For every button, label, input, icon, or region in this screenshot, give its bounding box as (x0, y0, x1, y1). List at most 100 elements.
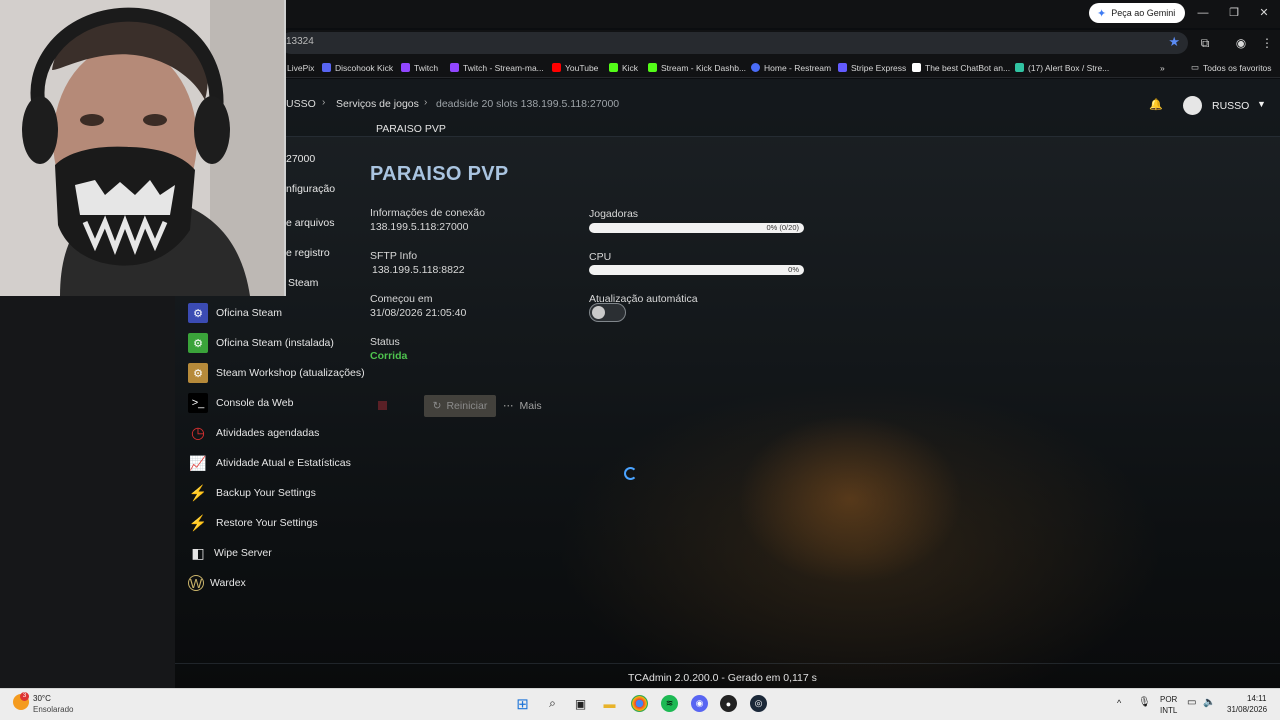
discord-icon[interactable]: ◉ (691, 695, 708, 712)
sidebar-item-web-console[interactable]: >_ Console da Web (188, 392, 293, 414)
bookmark-item[interactable]: Discohook Kick (322, 61, 393, 74)
workshop-icon: ⚙ (188, 303, 208, 323)
refresh-icon: ↻ (432, 400, 442, 412)
sidebar-item-workshop-installed[interactable]: ⚙ Oficina Steam (instalada) (188, 332, 334, 354)
avatar[interactable] (1183, 96, 1202, 115)
restream-icon (751, 63, 760, 72)
task-view-icon[interactable]: ▣ (572, 695, 589, 712)
ask-gemini-button[interactable]: ✦ Peça ao Gemini (1089, 3, 1186, 23)
players-label: Jogadoras (589, 208, 639, 220)
windows-start-icon[interactable]: ⊞ (514, 695, 531, 713)
all-favorites-folder[interactable]: ▭ Todos os favoritos (1191, 61, 1272, 74)
sidebar-item-workshop[interactable]: ⚙ Oficina Steam (188, 302, 282, 324)
profile-icon[interactable]: ◉ (1232, 34, 1250, 52)
folder-icon: ▭ (1191, 62, 1200, 72)
more-button[interactable]: ⋯ Mais (503, 400, 542, 412)
sidebar-item-activity-stats[interactable]: 📈 Atividade Atual e Estatísticas (188, 452, 351, 474)
chevron-up-icon[interactable]: ^ (1117, 698, 1121, 708)
sidebar-item-partial[interactable]: nfiguração (286, 178, 335, 200)
username[interactable]: RUSSO (1212, 100, 1249, 112)
weather-desc: Ensolarado (33, 705, 74, 714)
bookmark-item[interactable]: Home - Restream (751, 61, 831, 74)
bookmark-item[interactable]: Stream - Kick Dashb... (648, 61, 746, 74)
url-text: 13324 (286, 36, 314, 47)
started-value: 31/08/2026 21:05:40 (370, 307, 467, 319)
chart-icon: 📈 (189, 454, 207, 471)
breadcrumb-user[interactable]: USSO (286, 98, 316, 110)
server-title: PARAISO PVP (370, 163, 509, 185)
weather-temp[interactable]: 30°C (33, 694, 51, 703)
steam-icon[interactable]: ◎ (750, 695, 767, 712)
network-icon[interactable]: ▭ (1187, 697, 1196, 708)
streamer-webcam-image (0, 0, 284, 296)
restart-button[interactable]: ↻ Reiniciar (424, 395, 496, 417)
spotify-icon[interactable]: ≋ (661, 695, 678, 712)
bookmark-item[interactable]: Stripe Express (838, 61, 906, 74)
clock-date: 31/08/2026 (1227, 705, 1268, 714)
lightning-icon: ⚡ (188, 485, 208, 502)
clock-time[interactable]: 14:11 (1247, 694, 1266, 703)
workshop-installed-icon: ⚙ (188, 333, 208, 353)
url-field[interactable]: 13324 ★ (280, 32, 1188, 54)
sidebar-item-partial[interactable]: 27000 (286, 148, 315, 170)
sidebar-item-wardex[interactable]: W Wardex (188, 572, 246, 594)
bookmark-item[interactable]: Kick (609, 61, 638, 74)
players-progress-bar: 0% (0/20) (589, 223, 804, 233)
eraser-icon: ◧ (191, 544, 205, 561)
workshop-update-icon: ⚙ (188, 363, 208, 383)
search-icon[interactable]: ⌕ (544, 695, 561, 712)
wardex-icon: W (188, 575, 204, 591)
minimize-button[interactable]: — (1189, 5, 1217, 21)
bookmark-star-icon[interactable]: ★ (1168, 34, 1180, 50)
lightning-icon: ⚡ (188, 515, 208, 532)
status-value: Corrida (370, 350, 408, 362)
bookmark-item[interactable]: Twitch (401, 61, 438, 74)
sidebar-item-workshop-updates[interactable]: ⚙ Steam Workshop (atualizações) (188, 362, 365, 384)
restore-button[interactable]: ❐ (1220, 5, 1248, 21)
cpu-label: CPU (589, 251, 612, 263)
chevron-right-icon: › (424, 97, 428, 108)
browser-menu-icon[interactable]: ⋮ (1258, 34, 1276, 52)
extensions-icon[interactable]: ⧉ (1196, 34, 1214, 52)
kick-icon (648, 63, 657, 72)
bookmark-item[interactable]: LivePix (287, 61, 314, 74)
bookmark-item[interactable]: Twitch - Stream-ma... (450, 61, 544, 74)
twitch-icon (450, 63, 459, 72)
terminal-icon: >_ (188, 393, 208, 413)
sidebar-item-partial[interactable]: e registro (286, 242, 330, 264)
bookmark-item[interactable]: The best ChatBot an... (912, 61, 1010, 74)
connection-value[interactable]: 138.199.5.118:27000 (370, 221, 468, 233)
bookmark-item[interactable]: YouTube (552, 61, 598, 74)
kick-icon (609, 63, 618, 72)
chevron-down-icon[interactable]: ▼ (1257, 99, 1266, 109)
sidebar-item-partial[interactable]: Steam (288, 272, 318, 294)
file-explorer-icon[interactable]: ▬ (601, 695, 618, 712)
sidebar-item-backup[interactable]: ⚡ Backup Your Settings (188, 482, 316, 504)
autoupdate-toggle[interactable] (589, 303, 626, 322)
sidebar-item-scheduled-tasks[interactable]: ◷ Atividades agendadas (188, 422, 319, 444)
started-label: Começou em (370, 293, 433, 305)
microphone-icon[interactable]: 🎙 (1138, 697, 1151, 708)
twitch-icon (401, 63, 410, 72)
bell-icon[interactable]: 🔔 (1149, 98, 1163, 111)
chevron-right-icon: › (322, 97, 326, 108)
sidebar-item-wipe-server[interactable]: ◧ Wipe Server (188, 542, 271, 564)
breadcrumb-game-services[interactable]: Serviços de jogos (336, 98, 419, 110)
volume-icon[interactable]: 🔈 (1203, 697, 1215, 708)
language-top[interactable]: POR (1160, 695, 1177, 704)
cpu-progress-bar: 0% (589, 265, 804, 275)
close-window-button[interactable]: ✕ (1250, 5, 1278, 21)
sftp-value[interactable]: 138.199.5.118:8822 (372, 264, 465, 276)
sidebar-item-restore[interactable]: ⚡ Restore Your Settings (188, 512, 318, 534)
obs-icon[interactable]: ● (720, 695, 737, 712)
bookmark-item[interactable]: (17) Alert Box / Stre... (1015, 61, 1109, 74)
page-subtitle: PARAISO PVP (376, 123, 446, 135)
discohook-icon (322, 63, 331, 72)
sidebar-item-partial[interactable]: e arquivos (286, 212, 334, 234)
language-bottom: INTL (1160, 706, 1178, 715)
connection-label: Informações de conexão (370, 207, 485, 219)
more-bookmarks-chevron-icon[interactable]: » (1160, 61, 1165, 74)
toggle-knob (592, 306, 605, 319)
stop-button[interactable] (378, 401, 387, 410)
chrome-icon[interactable] (631, 695, 648, 712)
